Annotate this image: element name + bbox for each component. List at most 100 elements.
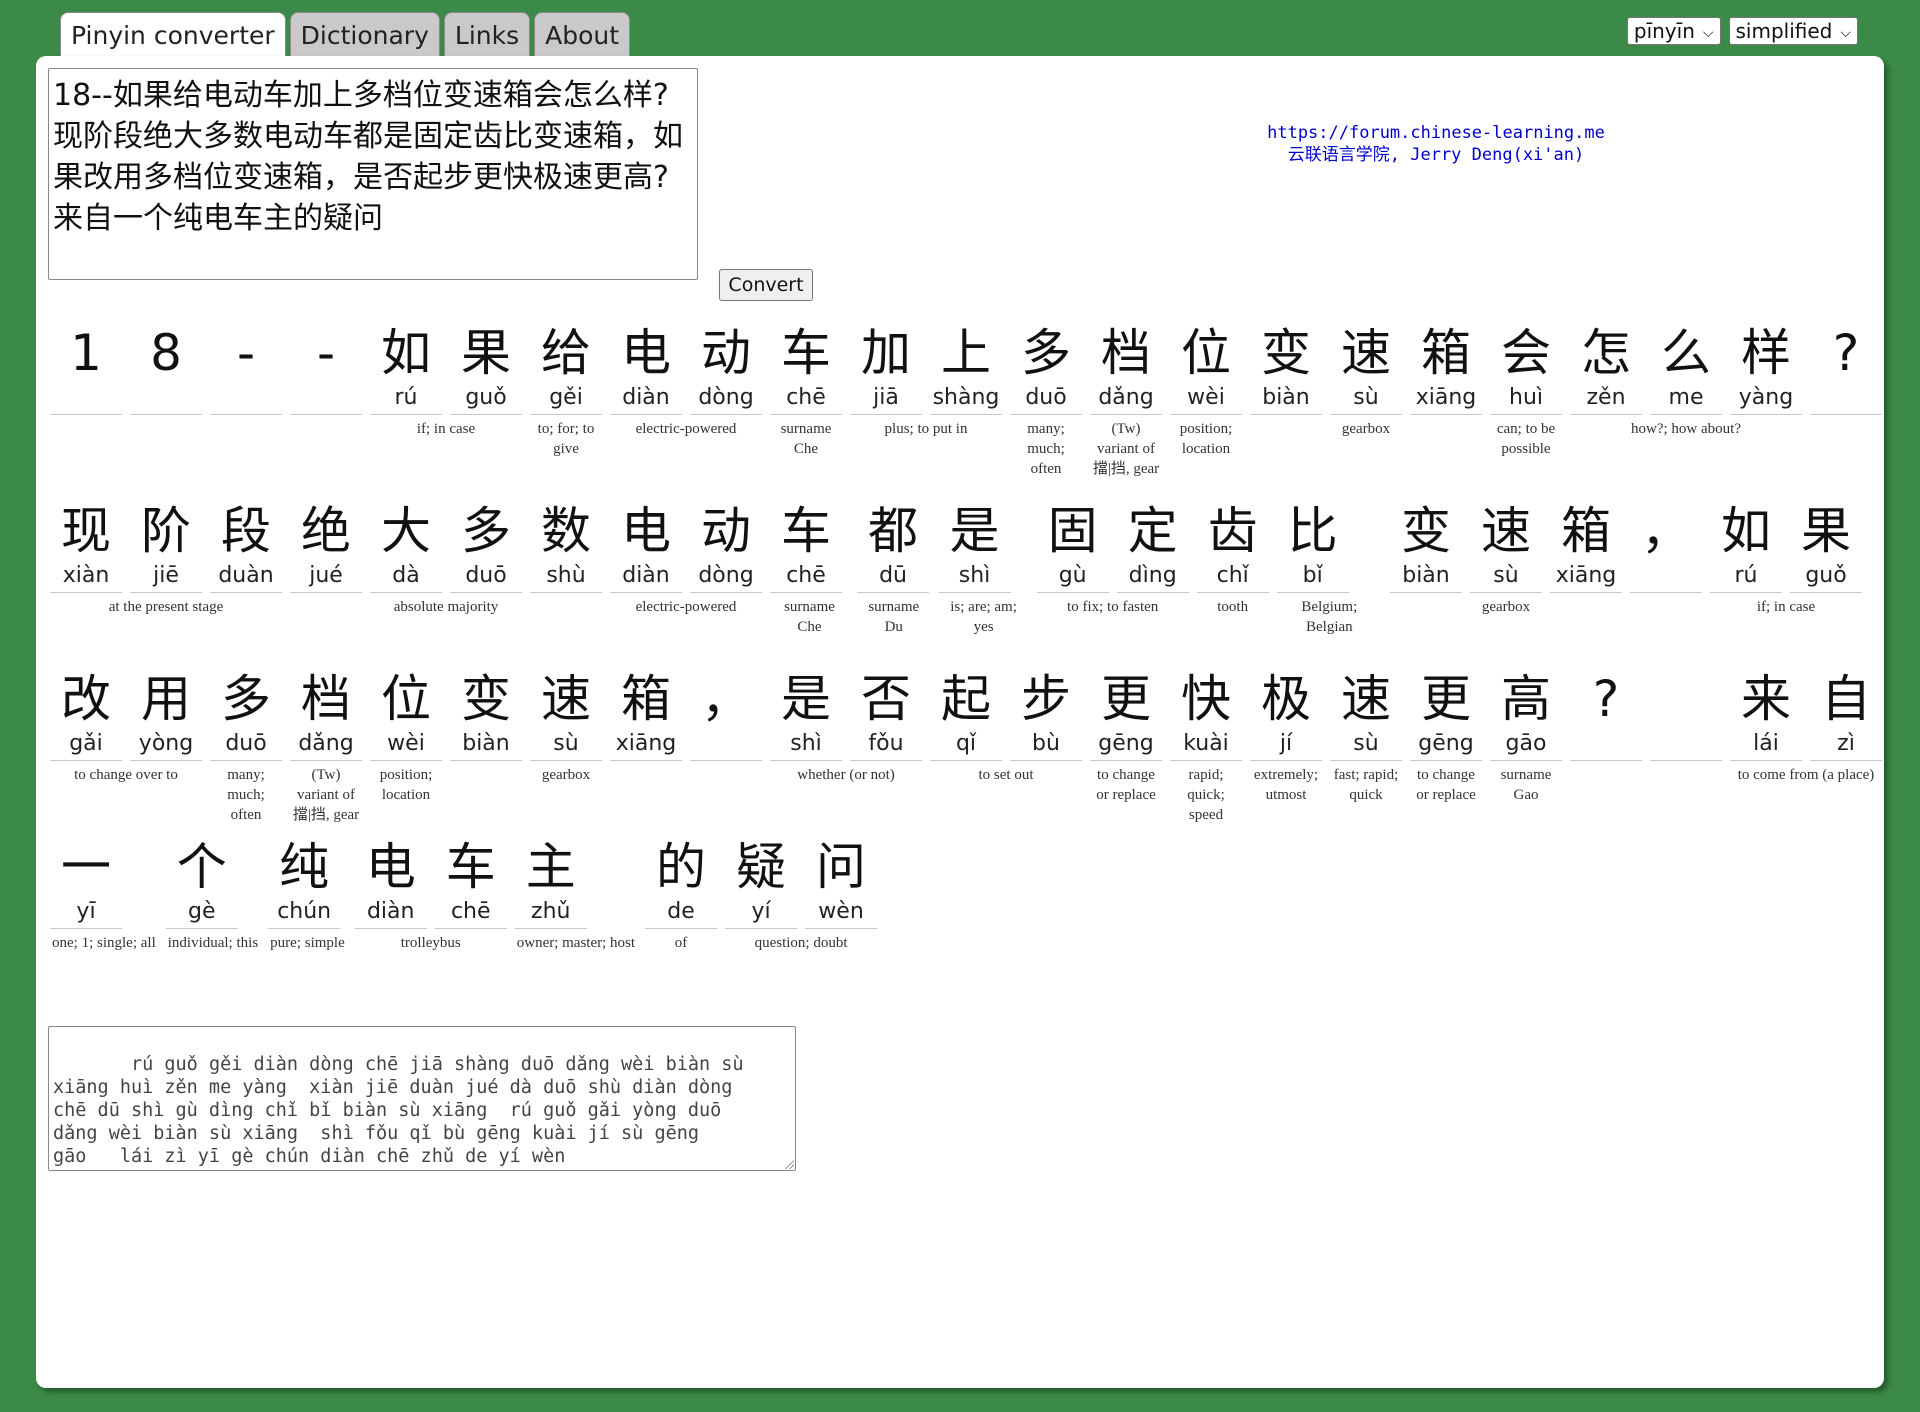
hanzi: 是 — [781, 670, 831, 728]
char-cell: 速 sù — [1330, 322, 1402, 415]
pinyin: xiàn — [50, 562, 122, 593]
word-group: 档 dǎng (Tw) variant of 擋|挡, gear — [290, 668, 362, 825]
pinyin: guǒ — [1790, 562, 1862, 593]
tab-about[interactable]: About — [534, 12, 631, 57]
word-group: 如 rú 果 guǒ if; in case — [1710, 500, 1862, 617]
pinyin: bù — [1010, 730, 1082, 761]
hanzi: ? — [1592, 670, 1620, 728]
hanzi: 问 — [816, 838, 867, 896]
word-chars: 都 dū — [857, 500, 930, 593]
credit-author: 云联语言学院, Jerry Deng(xi'an) — [1287, 145, 1585, 165]
hanzi: 快 — [1181, 670, 1231, 728]
char-cell: 是 shì — [938, 500, 1011, 593]
word-group: - — [290, 322, 362, 419]
pinyin: sù — [530, 730, 602, 761]
word-group: 位 wèi position; location — [370, 668, 442, 805]
char-cell: 上 shàng — [930, 322, 1002, 415]
hanzi: 果 — [1801, 502, 1851, 560]
word-group: 变 biàn 速 sù 箱 xiāng gearbox — [1390, 500, 1622, 617]
pinyin: sù — [1330, 730, 1402, 761]
script-select[interactable]: simplified ⌵ — [1728, 17, 1858, 45]
word-gloss: gearbox — [1341, 421, 1391, 437]
word-chars: 极 jí — [1250, 668, 1322, 761]
char-cell: 快 kuài — [1170, 668, 1242, 761]
word-group: 会 huì can; to be possible — [1490, 322, 1562, 459]
word-chars: 的 de — [645, 836, 718, 929]
tone-style-select[interactable]: pīnyīn ⌵ — [1626, 17, 1721, 45]
word-group: 位 wèi position; location — [1170, 322, 1242, 459]
word-group: 怎 zěn 么 me 样 yàng how?; how about? — [1570, 322, 1802, 439]
resize-handle-icon[interactable] — [784, 1159, 794, 1169]
char-cell: 现 xiàn — [50, 500, 122, 593]
char-cell: 档 dǎng — [1090, 322, 1162, 415]
word-chars: 怎 zěn 么 me 样 yàng — [1570, 322, 1802, 415]
pinyin: shàng — [930, 384, 1002, 415]
word-chars: 位 wèi — [1170, 322, 1242, 415]
hanzi: 个 — [176, 838, 227, 896]
hanzi: 动 — [701, 502, 751, 560]
pinyin-output-textarea[interactable]: rú guǒ gěi diàn dòng chē jiā shàng duō d… — [48, 1026, 796, 1171]
char-cell: 主 zhǔ — [514, 836, 587, 929]
hanzi: 更 — [1101, 670, 1151, 728]
pinyin: bǐ — [1276, 562, 1349, 593]
pinyin — [1810, 384, 1882, 415]
hanzi: 速 — [541, 670, 591, 728]
hanzi: 怎 — [1581, 324, 1631, 382]
char-cell: 档 dǎng — [290, 668, 362, 761]
pinyin: duō — [1010, 384, 1082, 415]
chevron-down-icon: ⌵ — [1840, 25, 1851, 41]
word-chars: 改 gǎi 用 yòng — [50, 668, 202, 761]
tone-style-value: pīnyīn — [1633, 19, 1695, 43]
char-cell: 否 fǒu — [850, 668, 922, 761]
pinyin: diàn — [610, 384, 682, 415]
char-cell: - — [210, 322, 282, 415]
word-group: 如 rú 果 guǒ if; in case — [370, 322, 522, 439]
tab-pinyin-converter[interactable]: Pinyin converter — [60, 12, 286, 59]
hanzi: ? — [1832, 324, 1860, 382]
word-group: 速 sù fast; rapid; quick — [1330, 668, 1402, 805]
hanzi: - — [316, 324, 336, 382]
pinyin: gěi — [530, 384, 602, 415]
pinyin: xiāng — [1410, 384, 1482, 415]
word-gloss: owner; master; host — [516, 935, 636, 951]
pinyin — [1570, 730, 1642, 761]
convert-button[interactable]: Convert — [719, 269, 813, 301]
word-chars: 比 bǐ — [1276, 500, 1382, 593]
hanzi: 更 — [1421, 670, 1471, 728]
word-group: 是 shì 否 fǒu whether (or not) — [770, 668, 922, 785]
char-cell: 速 sù — [1330, 668, 1402, 761]
tab-dictionary[interactable]: Dictionary — [289, 12, 440, 57]
pinyin: gǎi — [50, 730, 122, 761]
char-cell: 更 gēng — [1090, 668, 1162, 761]
hanzi: 固 — [1047, 502, 1098, 560]
pinyin — [210, 384, 282, 415]
pinyin: de — [645, 898, 718, 929]
word-chars: 起 qǐ 步 bù — [930, 668, 1082, 761]
pinyin: biàn — [1250, 384, 1322, 415]
pinyin — [690, 730, 762, 761]
char-cell: 阶 jiē — [130, 500, 202, 593]
pinyin: xiāng — [610, 730, 682, 761]
hanzi: 一 — [61, 838, 111, 896]
char-cell: 多 duō — [450, 500, 522, 593]
word-group: ? — [1810, 322, 1882, 419]
credit-block: https://forum.chinese-learning.me 云联语言学院… — [1136, 122, 1736, 166]
script-value: simplified — [1735, 19, 1833, 43]
tab-links[interactable]: Links — [443, 12, 531, 57]
word-chars: 多 duō — [210, 668, 282, 761]
word-group: ? — [1570, 668, 1642, 765]
word-gloss: position; location — [1179, 421, 1233, 457]
hanzi: 大 — [381, 502, 431, 560]
hanzi: 车 — [781, 324, 831, 382]
forum-link[interactable]: https://forum.chinese-learning.me — [1136, 122, 1736, 144]
word-group: 多 duō many; much; often — [210, 668, 282, 825]
char-cell: 给 gěi — [530, 322, 602, 415]
word-group: ， — [690, 668, 762, 765]
char-cell: 电 diàn — [354, 836, 427, 929]
word-gloss: many; much; often — [227, 767, 265, 823]
hanzi: 定 — [1127, 502, 1178, 560]
char-cell: 车 chē — [770, 500, 842, 593]
char-cell: 数 shù — [530, 500, 602, 593]
word-group: 来 lái 自 zì to come from (a place) — [1730, 668, 1882, 785]
chinese-input-textarea[interactable]: 18--如果给电动车加上多档位变速箱会怎么样? 现阶段绝大多数电动车都是固定齿比… — [48, 68, 698, 280]
